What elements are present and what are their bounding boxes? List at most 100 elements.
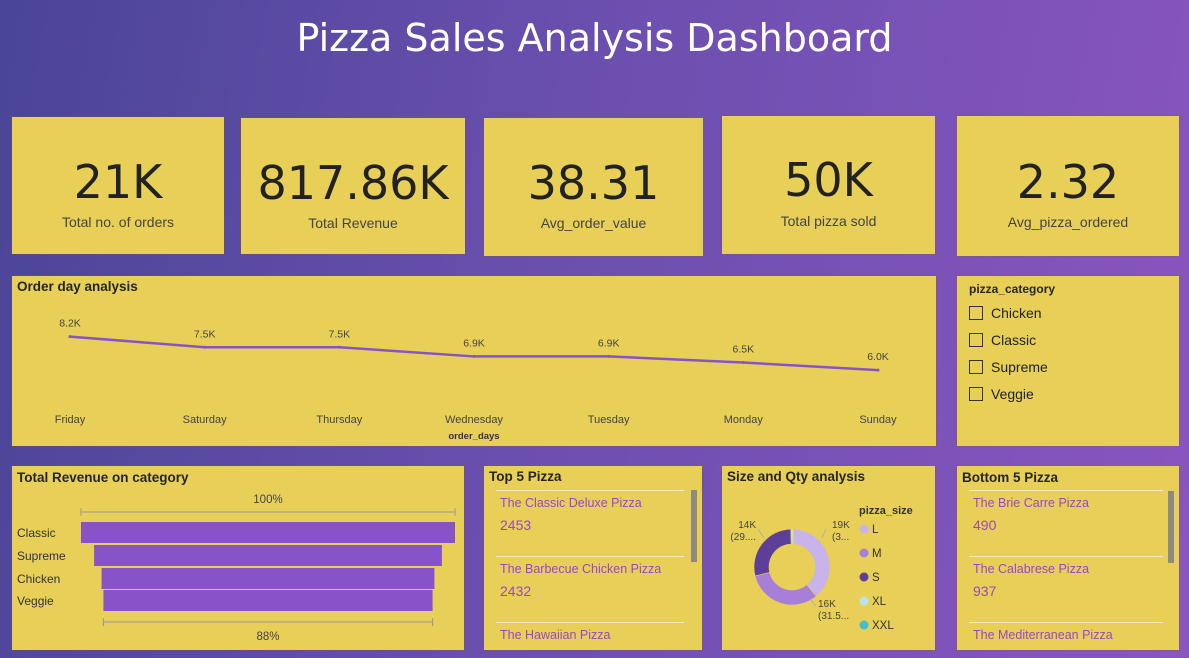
donut-slice[interactable] xyxy=(792,528,831,597)
kpi-card-total-pizza-sold[interactable]: 50K Total pizza sold xyxy=(722,116,935,254)
checkbox[interactable] xyxy=(969,333,983,347)
list-item[interactable]: The Classic Deluxe Pizza 2453 xyxy=(496,490,684,556)
donut-leader-line xyxy=(809,598,817,607)
kpi-value: 2.32 xyxy=(1016,155,1120,209)
list-item[interactable]: The Calabrese Pizza 937 xyxy=(969,556,1163,622)
donut-leader-line xyxy=(757,528,765,539)
kpi-label: Avg_pizza_ordered xyxy=(1007,214,1129,230)
pizza-name: The Calabrese Pizza xyxy=(973,562,1090,576)
order-day-tick-label: Monday xyxy=(724,414,764,426)
slicer-option-chicken[interactable]: Chicken xyxy=(969,303,1042,323)
revenue-category-chart-card[interactable]: Total Revenue on category 100% Classic Sup… xyxy=(12,466,464,650)
order-day-tick-label: Friday xyxy=(55,414,86,426)
pizza-qty: 2453 xyxy=(500,517,532,533)
donut-leader-line xyxy=(821,528,827,539)
donut-legend-swatch[interactable] xyxy=(859,572,869,582)
revenue-funnel-chart: 100% Classic Supreme Chicken Veggie 88% xyxy=(17,494,456,643)
kpi-label: Avg_order_value xyxy=(540,215,647,231)
donut-legend-swatch[interactable] xyxy=(859,548,869,558)
order-day-point[interactable] xyxy=(68,335,72,339)
donut-legend-label[interactable]: S xyxy=(872,572,880,584)
list-title: Top 5 Pizza xyxy=(489,469,562,484)
funnel-bottom-label: 88% xyxy=(256,631,279,643)
list-item[interactable]: The Mediterranean Pizza xyxy=(969,622,1163,650)
bottom5-pizza-card[interactable]: Bottom 5 Pizza The Brie Carre Pizza 490 … xyxy=(957,466,1179,650)
list-item[interactable]: The Barbecue Chicken Pizza 2432 xyxy=(496,556,684,622)
order-day-tick-label: Sunday xyxy=(859,414,897,426)
donut-slice-pct-label: (31.5... xyxy=(818,611,849,622)
pizza-name: The Hawaiian Pizza xyxy=(500,628,611,642)
order-day-data-label: 7.5K xyxy=(194,328,216,340)
top5-list[interactable]: The Classic Deluxe Pizza 2453 The Barbec… xyxy=(496,490,684,650)
donut-slice-value-label: 14K xyxy=(738,520,756,531)
funnel-bar[interactable] xyxy=(81,522,455,543)
pizza-qty: 490 xyxy=(973,517,997,533)
kpi-label: Total pizza sold xyxy=(780,213,877,229)
donut-legend-label[interactable]: M xyxy=(872,548,882,560)
order-day-data-label: 8.2K xyxy=(59,318,81,330)
kpi-value: 38.31 xyxy=(527,156,660,210)
size-qty-donut-chart: 19K(3... 16K(31.5... 14K(29.... pizza_size L… xyxy=(730,505,912,632)
order-day-x-axis-label: order_days xyxy=(448,431,499,442)
kpi-label: Total no. of orders xyxy=(61,214,175,230)
donut-legend-label[interactable]: XL xyxy=(872,596,887,608)
checkbox[interactable] xyxy=(969,360,983,374)
kpi-card-avg-order-value[interactable]: 38.31 Avg_order_value xyxy=(484,118,703,256)
order-day-tick-label: Saturday xyxy=(183,414,228,426)
order-day-data-label: 6.9K xyxy=(463,337,485,349)
slicer-option-classic[interactable]: Classic xyxy=(969,330,1036,350)
order-day-point[interactable] xyxy=(741,361,745,365)
donut-slice-pct-label: (29.... xyxy=(730,532,756,543)
bottom5-list[interactable]: The Brie Carre Pizza 490 The Calabrese P… xyxy=(969,490,1163,650)
size-qty-chart-card[interactable]: Size and Qty analysis 19K (3... 16K (31.5..… xyxy=(722,466,935,650)
order-day-data-label: 6.5K xyxy=(733,344,755,356)
scrollbar[interactable] xyxy=(1168,491,1174,563)
slicer-option-label: Veggie xyxy=(991,386,1034,402)
scrollbar[interactable] xyxy=(691,490,697,562)
funnel-bar[interactable] xyxy=(94,545,442,566)
slicer-option-veggie[interactable]: Veggie xyxy=(969,384,1034,404)
pizza-name: The Classic Deluxe Pizza xyxy=(500,496,642,510)
kpi-card-avg-pizza-ordered[interactable]: 2.32 Avg_pizza_ordered xyxy=(957,116,1179,256)
funnel-bar[interactable] xyxy=(101,568,435,589)
kpi-card-total-revenue[interactable]: 817.86K Total Revenue xyxy=(241,118,465,254)
order-day-chart-card[interactable]: Order day analysis 8.2K Friday 7.5K Saturda… xyxy=(12,276,936,446)
list-item[interactable]: The Brie Carre Pizza 490 xyxy=(969,490,1163,556)
category-slicer: pizza_category Chicken Classic Supreme V… xyxy=(957,276,1179,446)
slicer-option-label: Supreme xyxy=(991,359,1048,375)
list-item[interactable]: The Hawaiian Pizza xyxy=(496,622,684,650)
donut-slice-pct-label: (3... xyxy=(832,532,849,543)
top5-pizza-card[interactable]: Top 5 Pizza The Classic Deluxe Pizza 245… xyxy=(484,466,702,650)
pizza-qty: 937 xyxy=(973,583,997,599)
donut-slice[interactable] xyxy=(754,572,817,606)
order-day-point[interactable] xyxy=(337,345,341,349)
order-day-point[interactable] xyxy=(607,354,611,358)
funnel-category-label: Supreme xyxy=(17,549,66,563)
slicer-option-label: Chicken xyxy=(991,305,1042,321)
pizza-name: The Barbecue Chicken Pizza xyxy=(500,562,662,576)
funnel-bar[interactable] xyxy=(103,590,433,611)
order-day-data-label: 6.9K xyxy=(598,337,620,349)
donut-slice[interactable] xyxy=(753,528,792,577)
funnel-category-label: Chicken xyxy=(17,572,60,586)
kpi-value: 817.86K xyxy=(257,156,449,210)
order-day-point[interactable] xyxy=(203,345,207,349)
checkbox[interactable] xyxy=(969,306,983,320)
donut-legend-swatch[interactable] xyxy=(859,596,869,606)
kpi-card-total-orders[interactable]: 21K Total no. of orders xyxy=(12,117,224,254)
slicer-option-supreme[interactable]: Supreme xyxy=(969,357,1048,377)
order-day-data-label: 7.5K xyxy=(329,328,351,340)
kpi-value: 21K xyxy=(73,155,163,209)
donut-legend-swatch[interactable] xyxy=(859,620,869,630)
funnel-top-label: 100% xyxy=(253,494,282,506)
donut-slice-value-label: 16K xyxy=(818,599,836,610)
order-day-point[interactable] xyxy=(876,368,880,372)
checkbox[interactable] xyxy=(969,387,983,401)
order-day-line-chart: 8.2K Friday 7.5K Saturday 7.5K Thursday 6.9K We… xyxy=(55,318,897,442)
donut-legend-label[interactable]: L xyxy=(872,524,879,536)
donut-legend-swatch[interactable] xyxy=(859,524,869,534)
donut-legend-label[interactable]: XXL xyxy=(872,620,894,632)
order-day-point[interactable] xyxy=(472,354,476,358)
order-day-tick-label: Thursday xyxy=(316,414,362,426)
order-day-data-label: 6.0K xyxy=(867,351,889,363)
